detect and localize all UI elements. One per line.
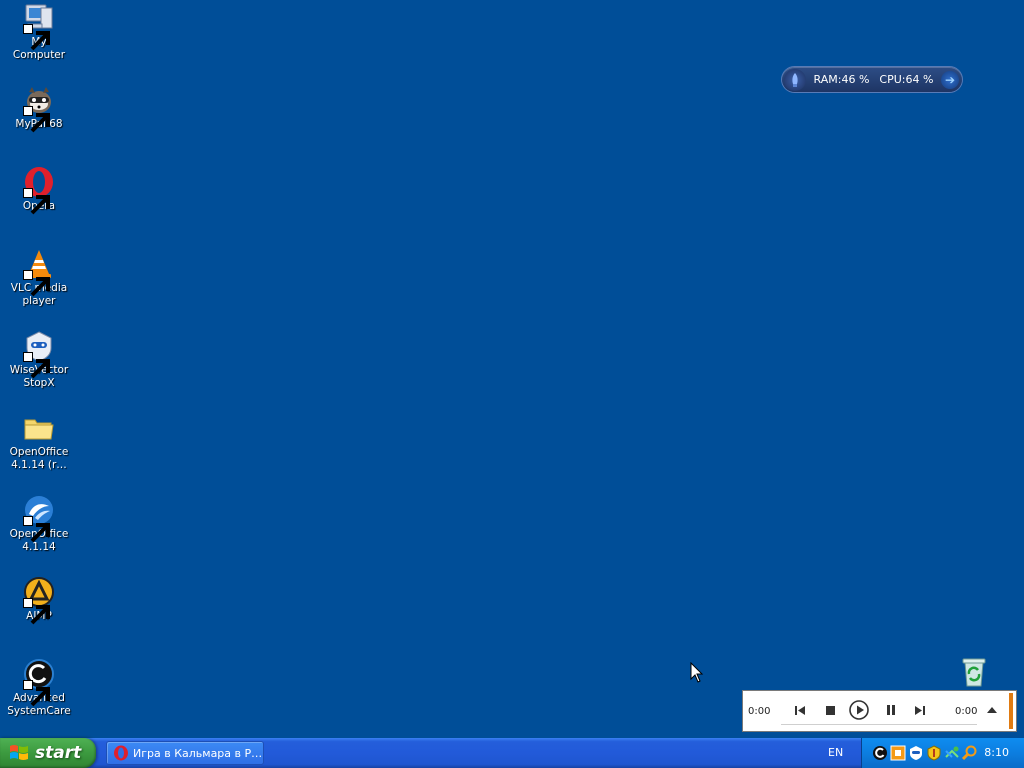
desktop-icon-openoffice-folder[interactable]: OpenOffice 4.1.14 (r…: [4, 412, 74, 472]
arrow-right-icon[interactable]: ➔: [941, 70, 959, 89]
advanced-systemcare-tray-icon[interactable]: [872, 745, 888, 761]
start-label: start: [35, 743, 82, 763]
system-monitor-gadget[interactable]: RAM:46 % CPU:64 % ➔: [782, 67, 962, 92]
openoffice-icon: [23, 494, 55, 543]
previous-track-button[interactable]: [789, 699, 811, 721]
magnifier-icon[interactable]: [962, 745, 978, 761]
taskbar-window-button[interactable]: Игра в Кальмара в Р…: [106, 741, 264, 765]
opera-icon: [114, 745, 128, 761]
taskbar: start Игра в Кальмара в Р… EN 8:10: [0, 738, 1024, 768]
advanced-systemcare-icon: [23, 658, 55, 707]
desktop-icon-openoffice[interactable]: OpenOffice 4.1.14: [4, 494, 74, 554]
wisevector-icon: [23, 330, 55, 379]
next-track-button[interactable]: [909, 699, 931, 721]
previous-icon: [795, 705, 805, 715]
language-indicator[interactable]: EN: [828, 746, 843, 759]
desktop-icon-label: OpenOffice 4.1.14 (r…: [9, 446, 69, 471]
my-computer-icon: [23, 2, 55, 51]
taskbar-window-title: Игра в Кальмара в Р…: [133, 746, 263, 760]
orange-square-icon[interactable]: [890, 745, 906, 761]
elapsed-time: 0:00: [748, 706, 771, 717]
recycle-bin-icon[interactable]: [958, 656, 990, 688]
media-player[interactable]: 0:00 0:00: [742, 690, 1017, 732]
clock[interactable]: 8:10: [984, 746, 1009, 759]
desktop-icon-wisevector[interactable]: WiseVector StopX: [4, 330, 74, 390]
expand-player-button[interactable]: [981, 699, 1003, 721]
play-button[interactable]: [848, 699, 870, 721]
windows-logo-icon: [10, 745, 28, 760]
triangle-up-icon: [987, 707, 997, 713]
desktop-icon-my-computer[interactable]: My Computer: [4, 2, 74, 62]
security-shield-icon[interactable]: [926, 745, 942, 761]
aimp-icon: [23, 576, 55, 625]
seek-bar[interactable]: [781, 724, 977, 725]
desktop-icon-advanced-systemcare[interactable]: Advanced SystemCare: [4, 658, 74, 718]
start-button[interactable]: start: [0, 738, 96, 768]
ram-usage: RAM:46 %: [813, 73, 870, 86]
mypal-icon: [23, 84, 55, 133]
stop-icon: [825, 705, 835, 715]
pause-button[interactable]: [880, 699, 902, 721]
system-tray: 8:10: [861, 738, 1024, 768]
total-time: 0:00: [955, 706, 978, 717]
volume-bar[interactable]: [1009, 693, 1013, 729]
rocket-icon[interactable]: [784, 68, 806, 91]
stop-button[interactable]: [819, 699, 841, 721]
opera-icon: [23, 166, 55, 215]
desktop-icon-aimp[interactable]: AIMP: [4, 576, 74, 625]
mouse-cursor-icon: [690, 662, 704, 683]
wisevector-tray-icon[interactable]: [908, 745, 924, 761]
desktop-icon-opera[interactable]: Opera: [4, 166, 74, 215]
folder-icon: [23, 412, 55, 444]
vlc-icon: [23, 248, 55, 297]
next-icon: [915, 705, 925, 715]
desktop-icon-mypal[interactable]: MyPal 68: [4, 84, 74, 133]
cpu-usage: CPU:64 %: [879, 73, 934, 86]
pause-icon: [887, 705, 895, 715]
play-icon: [849, 700, 869, 720]
network-icon[interactable]: [944, 745, 960, 761]
desktop-icon-vlc[interactable]: VLC media player: [4, 248, 74, 308]
